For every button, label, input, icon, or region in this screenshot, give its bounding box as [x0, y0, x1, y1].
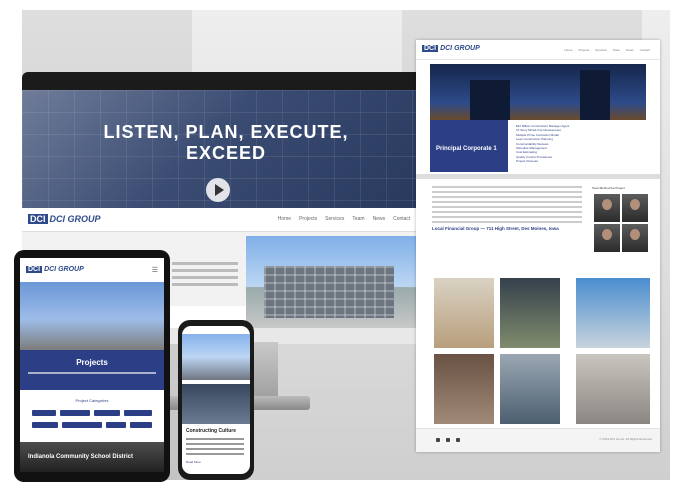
- read-more-link[interactable]: Read More: [186, 460, 201, 464]
- brand-logo[interactable]: DCI DCI GROUP: [26, 266, 84, 273]
- nav-projects-link[interactable]: Projects: [299, 216, 317, 222]
- project-title-band: Principal Corporate 1: [430, 120, 508, 172]
- project-categories: Project Categories: [20, 390, 164, 442]
- phone-person-photo: [182, 384, 250, 424]
- category-chip[interactable]: [94, 410, 120, 416]
- desktop-text-block: [172, 262, 238, 290]
- hero-title: LISTEN, PLAN, EXECUTE, EXCEED: [22, 122, 430, 164]
- logo-text: DCI GROUP: [49, 214, 101, 224]
- skyline-tower: [580, 70, 610, 120]
- skyline-building: [470, 80, 510, 120]
- logo-mark: DCI: [26, 266, 43, 273]
- linkedin-icon[interactable]: [456, 438, 460, 442]
- category-chip[interactable]: [60, 410, 90, 416]
- nav-contact-link[interactable]: Contact: [640, 48, 650, 52]
- team-panel: Team Behind the Project: [592, 186, 652, 262]
- team-label: Team Behind the Project: [592, 186, 625, 190]
- hero-title-line2: EXCEED: [185, 143, 267, 163]
- category-chip[interactable]: [32, 422, 58, 428]
- phone-building-photo: [182, 334, 250, 380]
- desktop-navbar: DCI DCI GROUP Home Projects Services Team…: [22, 208, 430, 232]
- nav-team-link[interactable]: Team: [352, 216, 364, 222]
- team-member-avatar[interactable]: [622, 224, 648, 252]
- gallery-photo[interactable]: [576, 278, 650, 348]
- category-chip[interactable]: [124, 410, 152, 416]
- category-chip[interactable]: [106, 422, 126, 428]
- categories-heading: Project Categories: [75, 398, 109, 403]
- gallery-photo[interactable]: [434, 278, 494, 348]
- hero-title-line1: LISTEN, PLAN, EXECUTE,: [103, 122, 349, 142]
- phone-screen: Constructing Culture Read More: [182, 326, 250, 474]
- team-member-avatar[interactable]: [622, 194, 648, 222]
- category-chip[interactable]: [130, 422, 152, 428]
- twitter-icon[interactable]: [446, 438, 450, 442]
- building-facade: [264, 266, 394, 318]
- project-bullets: $42 Million Construction Manager Agent 3…: [516, 124, 648, 168]
- logo-mark: DCI: [422, 45, 439, 52]
- logo-text: DCI GROUP: [44, 266, 84, 273]
- tablet-screen: DCI DCI GROUP ☰ Projects Project Categori…: [20, 258, 164, 472]
- copyright-text: © 2019 DCI Group, All Rights Reserved: [599, 437, 652, 441]
- project-heading: Local Financial Group — 711 High Street,…: [432, 226, 559, 231]
- tablet-navbar: DCI DCI GROUP ☰: [20, 258, 164, 282]
- building-photo[interactable]: [246, 236, 430, 328]
- nav-projects-link[interactable]: Projects: [578, 48, 589, 52]
- logo-mark: DCI: [28, 214, 48, 224]
- phone-section-title: Constructing Culture: [186, 428, 236, 434]
- project-page-navbar: DCI DCI GROUP Home Projects Services Team…: [416, 40, 660, 60]
- brand-logo[interactable]: DCI DCI GROUP: [422, 45, 480, 52]
- projects-subtext: [28, 372, 156, 374]
- play-video-icon[interactable]: [206, 178, 230, 202]
- nav-news-link[interactable]: News: [373, 216, 386, 222]
- hero-banner: LISTEN, PLAN, EXECUTE, EXCEED: [22, 90, 430, 208]
- projects-title: Projects: [76, 358, 108, 367]
- nav-home-link[interactable]: Home: [564, 48, 572, 52]
- category-chip[interactable]: [32, 410, 56, 416]
- nav-services-link[interactable]: Services: [595, 48, 607, 52]
- brand-logo[interactable]: DCI DCI GROUP: [28, 214, 101, 224]
- facebook-icon[interactable]: [436, 438, 440, 442]
- nav-contact-link[interactable]: Contact: [393, 216, 410, 222]
- bullet-item: Project Closeout: [516, 159, 539, 164]
- gallery-photo[interactable]: [500, 278, 560, 348]
- team-member-avatar[interactable]: [594, 224, 620, 252]
- project-page-mockup: DCI DCI GROUP Home Projects Services Team…: [416, 40, 660, 452]
- tablet-device: DCI DCI GROUP ☰ Projects Project Categori…: [14, 250, 170, 482]
- gallery-photo[interactable]: [576, 354, 650, 424]
- project-nav-links: Home Projects Services Team News Contact: [564, 48, 650, 52]
- project-title: Principal Corporate 1: [436, 146, 497, 152]
- team-member-avatar[interactable]: [594, 194, 620, 222]
- project-page-footer: © 2019 DCI Group, All Rights Reserved: [416, 428, 660, 452]
- gallery-photo[interactable]: [500, 354, 560, 424]
- night-skyline-photo: [430, 64, 646, 120]
- phone-section-text: [186, 438, 244, 458]
- nav-home-link[interactable]: Home: [278, 216, 291, 222]
- tablet-project-card[interactable]: Indianola Community School District: [20, 442, 164, 472]
- logo-text: DCI GROUP: [440, 45, 480, 52]
- section-divider: [416, 174, 660, 179]
- category-chip[interactable]: [62, 422, 102, 428]
- nav-team-link[interactable]: Team: [613, 48, 620, 52]
- phone-device: Constructing Culture Read More: [178, 320, 254, 480]
- desktop-nav-links: Home Projects Services Team News Contact…: [278, 216, 422, 222]
- nav-services-link[interactable]: Services: [325, 216, 344, 222]
- gallery-photo[interactable]: [434, 354, 494, 424]
- project-card-title: Indianola Community School District: [28, 454, 134, 460]
- project-description: [432, 186, 582, 226]
- projects-banner: Projects: [20, 350, 164, 390]
- hamburger-menu-icon[interactable]: ☰: [152, 266, 158, 274]
- nav-news-link[interactable]: News: [626, 48, 634, 52]
- tablet-hero-photo: [20, 282, 164, 350]
